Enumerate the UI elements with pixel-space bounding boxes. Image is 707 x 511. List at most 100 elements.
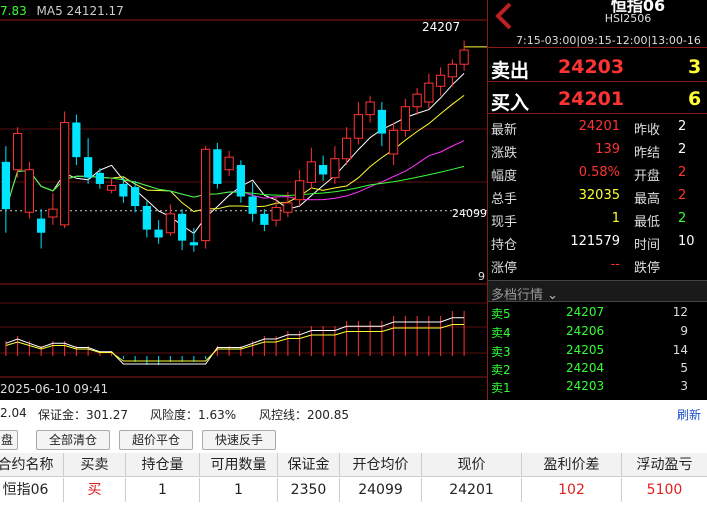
candle-body [1,161,10,210]
cell-side[interactable]: 买 [64,478,126,502]
depth-volume: 9 [680,324,688,338]
ask-label: 卖出 [491,60,530,82]
bid-row[interactable]: 买入 24201 6 [488,84,707,114]
cell-current[interactable]: 24201 [422,478,522,502]
bid-label: 买入 [491,92,530,114]
cell-float-pnl[interactable]: 5100 [622,478,707,502]
risk-value: 风险度：1.63% [150,408,237,422]
double-chevron-down-icon[interactable]: ⌄ [547,288,558,303]
stat-label: 昨收 [634,123,661,138]
col-header[interactable]: 盈利价差 [522,453,622,477]
col-header[interactable]: 买卖 [64,453,126,477]
candle-body [330,158,340,179]
cell-margin[interactable]: 2350 [278,478,340,502]
candle-body [353,114,363,139]
stat-label: 时间 [634,238,661,253]
depth-level: 卖1 [491,381,511,395]
cell-available[interactable]: 1 [200,478,278,502]
candle-body [48,208,58,218]
candle-body [260,213,269,225]
account-bar: 2.04 保证金：301.27 风险度：1.63% 风控线：200.85 刷新 [0,400,707,426]
depth-row[interactable]: 卖3 24205 14 [488,343,707,361]
candle-body [178,213,187,241]
candle-body [436,74,446,87]
stat-label: 跌停 [634,261,661,276]
stat-label: 最低 [634,215,661,230]
depth-row[interactable]: 卖2 24204 5 [488,361,707,379]
back-arrow-icon[interactable] [492,2,514,30]
candle-body [107,185,117,191]
depth-volume: 3 [680,379,688,393]
ask-price: 24203 [558,56,625,78]
cell-contract[interactable]: 恒指06 [0,478,64,502]
refresh-link[interactable]: 刷新 [677,406,701,423]
stat-value: 2 [678,211,687,226]
close-all-button[interactable]: 全部清仓 [36,430,110,450]
col-header[interactable]: 持仓量 [126,453,200,477]
depth-row[interactable]: 卖1 24203 3 [488,379,707,397]
candle-body [377,109,386,134]
col-header[interactable]: 浮动盈亏 [622,453,707,477]
cell-position[interactable]: 1 [126,478,200,502]
stat-label: 幅度 [491,169,518,184]
stat-value: 10 [678,234,695,249]
depth-row[interactable]: 卖4 24206 9 [488,324,707,342]
depth-row[interactable]: 卖5 24207 12 [488,305,707,323]
volume-axis-label: 9 [478,270,485,283]
depth-price: 24204 [566,361,605,375]
candle-body [37,218,46,233]
bid-volume: 6 [688,88,702,110]
quick-reverse-button[interactable]: 快速反手 [202,430,276,450]
stat-label: 总手 [491,192,518,207]
col-header[interactable]: 保证金 [278,453,340,477]
candle-body [201,148,211,242]
stat-value: -- [610,257,620,272]
candle-body [189,242,198,246]
col-header[interactable]: 开仓均价 [340,453,422,477]
candle-body [119,183,128,197]
stat-value: 2 [678,188,687,203]
candle-body [13,133,23,171]
depth-header[interactable]: 多档行情 ⌄ [488,280,707,303]
ma5-label: MA5 24121.17 [36,4,124,18]
candle-body [131,187,140,206]
col-header[interactable]: 可用数量 [200,453,278,477]
stat-value: 0.58% [578,165,620,180]
control-line-value: 风控线：200.85 [259,408,349,422]
balance-value: 2.04 [0,406,27,420]
candle-body [84,157,93,178]
candle-body [283,202,293,213]
stat-label: 开盘 [634,169,661,184]
candle-body [236,165,245,197]
depth-price: 24203 [566,379,605,393]
col-header[interactable]: 合约名称 [0,453,64,477]
candle-body [342,137,352,160]
ma-line-ma60 [5,165,465,210]
candle-body [271,207,281,221]
stat-value: 1 [611,211,620,226]
trading-session: 7:15-03:00|09:15-12:00|13:00-16 [516,34,701,47]
stat-value: 2 [678,119,687,134]
cell-profit-diff[interactable]: 102 [522,478,622,502]
col-header[interactable]: 现价 [422,453,522,477]
stat-label: 最高 [634,192,661,207]
candle-body [400,106,410,131]
stat-value: 139 [595,142,620,157]
candle-body [72,122,81,158]
super-close-button[interactable]: 超价平仓 [119,430,193,450]
candle-body [447,63,457,78]
action-bar: 盘 全部清仓 超价平仓 快速反手 [0,428,707,452]
stat-value: 24201 [578,119,620,134]
ask-row[interactable]: 卖出 24203 3 [488,52,707,82]
cell-open-avg[interactable]: 24099 [340,478,422,502]
depth-level: 卖3 [491,345,511,359]
stat-value: 121579 [570,234,620,249]
kline-svg [0,19,487,378]
tab-position[interactable]: 盘 [0,430,18,450]
trade-panel: 2.04 保证金：301.27 风险度：1.63% 风控线：200.85 刷新 … [0,400,707,511]
indicator-line-0 [5,317,465,365]
candle-body [165,213,175,234]
candle-body [248,196,257,214]
candle-body [213,149,222,184]
kline-chart[interactable]: 7.83 MA5 24121.17 24207 24099 9 2025-06-… [0,0,487,400]
